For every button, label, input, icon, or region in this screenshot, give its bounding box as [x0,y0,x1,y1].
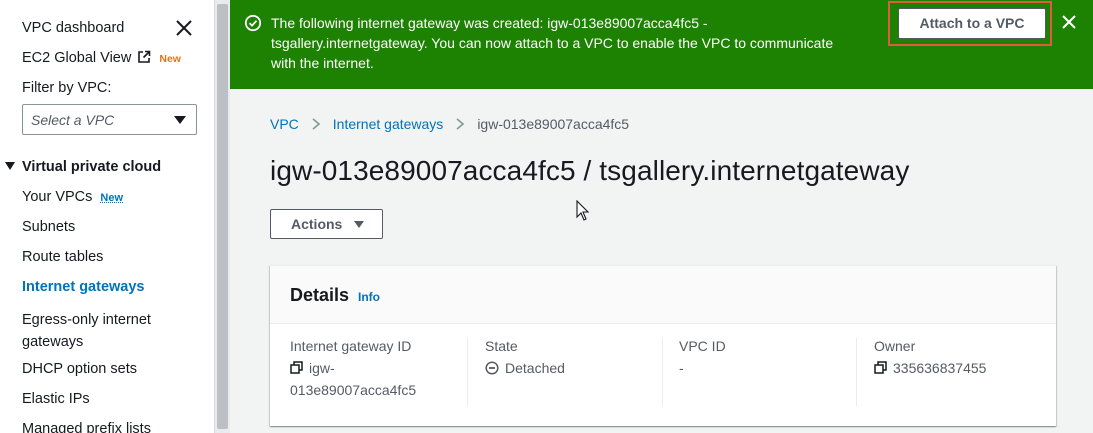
info-link[interactable]: Info [358,290,380,304]
detail-value: 335636837455 [874,357,986,379]
sidebar-item-subnets[interactable]: Subnets [22,219,75,235]
filter-label: Filter by VPC: [22,80,112,96]
copy-icon[interactable] [874,361,887,374]
details-title: Details [290,285,350,305]
sidebar-item-label: Your VPCs [22,189,93,205]
chevron-right-icon [312,118,321,130]
details-panel-header: Details Info [270,266,1056,324]
copy-icon[interactable] [290,361,303,374]
success-check-icon [244,14,262,32]
sidebar-item-label: EC2 Global View [22,50,132,66]
detail-value: igw- 013e89007acca4fc5 [290,357,416,401]
banner-message: The following internet gateway was creat… [271,13,871,73]
detail-state: State Detached [485,338,565,408]
sidebar: VPC dashboard EC2 Global View New Filter … [0,0,214,433]
caret-down-icon [5,162,15,170]
sidebar-item-your-vpcs[interactable]: Your VPCs New [22,189,123,205]
detail-label: State [485,338,518,354]
state-text: Detached [505,360,565,376]
column-divider [467,338,468,406]
sidebar-item-elastic-ips[interactable]: Elastic IPs [22,391,90,407]
sidebar-scrollbar[interactable] [214,0,230,433]
detail-label: Owner [874,338,916,354]
stopped-status-icon [485,361,499,375]
sidebar-item-label: Elastic IPs [22,391,90,407]
sidebar-item-internet-gateways[interactable]: Internet gateways [22,279,145,295]
attach-to-vpc-button[interactable]: Attach to a VPC [898,8,1046,39]
close-icon[interactable] [174,18,194,38]
detail-owner: Owner 335636837455 [874,338,986,408]
sidebar-item-dhcp-option-sets[interactable]: DHCP option sets [22,361,137,377]
sidebar-item-label: Subnets [22,219,76,235]
scrollbar-thumb[interactable] [217,4,228,429]
sidebar-item-route-tables[interactable]: Route tables [22,249,103,265]
external-link-icon [138,50,151,63]
sidebar-item-label: gateways [22,334,84,350]
sidebar-item-label: Route tables [22,249,104,265]
breadcrumb-internet-gateways[interactable]: Internet gateways [333,116,444,132]
caret-down-icon [354,221,364,228]
close-icon[interactable] [1061,14,1077,30]
section-title: Virtual private cloud [22,159,162,175]
breadcrumb-current: igw-013e89007acca4fc5 [477,116,630,132]
detail-vpc-id: VPC ID - [679,338,726,408]
sidebar-item-label: Internet gateways [22,279,145,295]
sidebar-item-ec2-global-view[interactable]: EC2 Global View New [22,50,181,66]
section-virtual-private-cloud[interactable]: Virtual private cloud [5,159,161,175]
vpc-filter-select[interactable]: Select a VPC [22,104,197,135]
mouse-cursor-icon [576,200,590,221]
gateway-id-text: 013e89007acca4fc5 [290,382,417,398]
new-badge: New [159,53,181,65]
sidebar-item-egress-only-internet-gateways[interactable]: Egress-only internet gateways [22,309,151,353]
banner-message-line: with the internet. [271,55,374,71]
sidebar-item-label: Managed prefix lists [22,421,151,433]
owner-text: 335636837455 [893,360,987,376]
breadcrumb-vpc[interactable]: VPC [270,116,299,132]
actions-label: Actions [291,216,343,232]
sidebar-item-label: DHCP option sets [22,361,137,377]
actions-dropdown-button[interactable]: Actions [270,209,383,239]
sidebar-item-vpc-dashboard[interactable]: VPC dashboard [22,20,124,36]
success-flash-banner: The following internet gateway was creat… [230,0,1093,89]
page-title: igw-013e89007acca4fc5 / tsgallery.intern… [270,155,910,186]
sidebar-item-label: VPC dashboard [22,20,125,36]
caret-down-icon [174,116,186,124]
banner-message-line: The following internet gateway was creat… [271,15,708,31]
banner-message-line: tsgallery.internetgateway. You can now a… [271,35,834,51]
gateway-id-text: igw- [309,360,335,376]
details-panel: Details Info Internet gateway ID igw- 013… [270,265,1056,426]
column-divider [856,338,857,406]
sidebar-item-label: Egress-only internet [22,312,151,328]
detail-value: Detached [485,357,565,379]
column-divider [662,338,663,406]
detail-label: Internet gateway ID [290,338,412,354]
select-placeholder: Select a VPC [31,112,115,128]
breadcrumb: VPC Internet gateways igw-013e89007acca4fc… [270,116,629,132]
detail-internet-gateway-id: Internet gateway ID igw- 013e89007acca4fc… [290,338,416,408]
detail-label: VPC ID [679,338,726,354]
sidebar-item-managed-prefix-lists[interactable]: Managed prefix lists [22,421,151,433]
chevron-right-icon [456,118,465,130]
new-badge: New [100,192,124,204]
detail-value: - [679,360,684,376]
